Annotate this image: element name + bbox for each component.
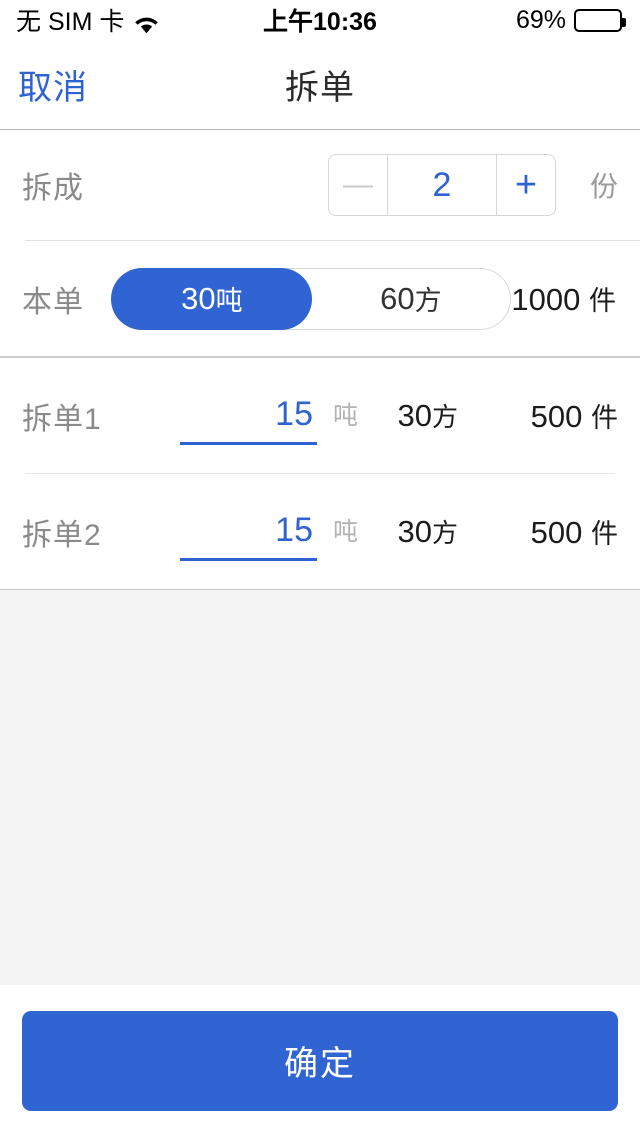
split-order-1-weight-field[interactable]: 15 xyxy=(180,387,317,445)
split-order-row-2: 拆单2 15 吨 30方 500 件 xyxy=(0,474,640,589)
split-count-unit: 份 xyxy=(589,171,618,202)
original-order-label: 本单 xyxy=(22,285,84,319)
split-order-1-volume: 30方 xyxy=(398,397,459,434)
split-order-2-volume-unit: 方 xyxy=(431,518,458,548)
split-order-1-volume-unit: 方 xyxy=(431,402,458,432)
segment-weight-number: 30 xyxy=(181,280,216,316)
battery-icon xyxy=(574,8,626,32)
split-order-2-volume: 30方 xyxy=(398,513,459,550)
split-order-2-quantity: 500 件 xyxy=(458,512,618,551)
page-title: 拆单 xyxy=(285,69,355,107)
segment-volume-number: 60 xyxy=(380,280,415,316)
split-order-1-quantity: 500 件 xyxy=(458,396,618,435)
wifi-icon xyxy=(133,12,160,34)
split-order-1-quantity-unit: 件 xyxy=(591,403,618,433)
split-order-2-quantity-unit: 件 xyxy=(591,519,618,549)
split-count-row: 拆成 — 2 + 份 xyxy=(0,130,640,240)
segment-volume[interactable]: 60 方 xyxy=(311,269,510,329)
split-order-1-weight-value[interactable]: 15 xyxy=(180,395,317,434)
split-order-2-volume-value: 30 xyxy=(397,514,432,549)
original-order-quantity: 1000 件 xyxy=(511,279,618,318)
split-order-2-weight-unit: 吨 xyxy=(333,517,359,546)
split-order-2-label: 拆单2 xyxy=(22,518,102,552)
carrier-label: 无 SIM 卡 xyxy=(16,8,125,36)
decrement-button[interactable]: — xyxy=(329,155,387,215)
navigation-bar: 取消 拆单 xyxy=(0,40,640,130)
split-order-1-weight-unit: 吨 xyxy=(333,401,359,430)
increment-button[interactable]: + xyxy=(497,155,555,215)
unit-segmented-control[interactable]: 30 吨 60 方 xyxy=(111,267,512,330)
original-order-row: 本单 30 吨 60 方 1000 件 xyxy=(0,241,640,356)
form-content: 拆成 — 2 + 份 本单 30 吨 60 方 1000 件 拆单1 15 吨 … xyxy=(0,130,640,589)
status-bar: 无 SIM 卡 上午10:36 69% xyxy=(0,0,640,40)
split-order-row-1: 拆单1 15 吨 30方 500 件 xyxy=(0,358,640,473)
split-order-2-quantity-value: 500 xyxy=(530,515,583,550)
split-order-2-weight-value[interactable]: 15 xyxy=(180,511,317,550)
segment-weight[interactable]: 30 吨 xyxy=(111,267,313,330)
split-count-label: 拆成 xyxy=(22,172,84,205)
app-screen: 无 SIM 卡 上午10:36 69% 取消 拆单 拆成 — 2 + 份 本单 … xyxy=(0,0,640,1136)
footer-bar: 确定 xyxy=(0,985,640,1136)
confirm-button[interactable]: 确定 xyxy=(22,1010,618,1111)
split-order-1-quantity-value: 500 xyxy=(530,399,583,434)
split-order-2-weight-field[interactable]: 15 xyxy=(180,503,317,561)
empty-area xyxy=(0,589,640,985)
status-bar-right: 69% xyxy=(515,5,626,35)
battery-percent-label: 69% xyxy=(515,5,566,34)
split-order-1-label: 拆单1 xyxy=(22,402,102,436)
split-count-value[interactable]: 2 xyxy=(387,155,497,215)
segment-volume-unit: 方 xyxy=(414,286,442,316)
original-quantity-value: 1000 xyxy=(511,282,581,317)
original-quantity-unit: 件 xyxy=(589,286,616,316)
split-order-1-volume-value: 30 xyxy=(397,398,432,433)
split-count-stepper[interactable]: — 2 + xyxy=(328,154,556,216)
segment-weight-unit: 吨 xyxy=(215,286,243,316)
status-bar-left: 无 SIM 卡 xyxy=(16,2,160,38)
